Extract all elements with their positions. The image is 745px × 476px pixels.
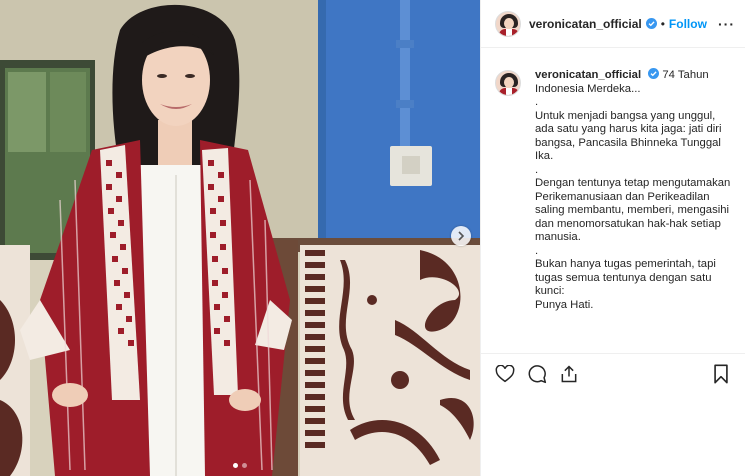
header-separator: • (660, 16, 665, 31)
carousel-dot (242, 463, 247, 468)
comment-icon (528, 364, 547, 383)
post-actions (481, 353, 745, 393)
caption-username[interactable]: veronicatan_official (535, 69, 641, 81)
caption-text: veronicatan_official 74 Tahun Indonesia … (535, 68, 731, 354)
carousel-next-button[interactable] (451, 226, 471, 246)
caption-line: . (535, 163, 539, 176)
post-header: veronicatan_official • Follow ··· (481, 0, 745, 48)
chevron-right-icon (458, 231, 465, 241)
post-photo[interactable] (0, 0, 480, 476)
caption-line: Untuk menjadi bangsa yang unggul, ada sa… (535, 109, 722, 163)
caption-line: Dengan tentunya tetap mengutamakan Perik… (535, 177, 731, 243)
post-side-panel: veronicatan_official • Follow ··· veroni… (480, 0, 745, 476)
instagram-post: veronicatan_official • Follow ··· veroni… (0, 0, 745, 476)
caption-line: . (535, 244, 539, 257)
caption-line: . (535, 96, 539, 108)
caption-avatar[interactable] (495, 70, 521, 96)
caption-line: Punya Hati. (535, 298, 594, 311)
bookmark-icon (714, 364, 728, 383)
verified-badge-icon (645, 18, 657, 29)
carousel-dot-active (233, 463, 238, 468)
like-button[interactable] (493, 362, 517, 386)
share-icon (561, 364, 577, 382)
header-username[interactable]: veronicatan_official (529, 17, 642, 31)
more-options-icon[interactable]: ··· (718, 16, 735, 32)
post-caption: veronicatan_official 74 Tahun Indonesia … (481, 48, 745, 354)
verified-badge-icon (648, 68, 660, 79)
avatar[interactable] (495, 10, 521, 37)
save-button[interactable] (709, 362, 733, 386)
photo-illustration (0, 0, 480, 476)
heart-icon (495, 364, 515, 382)
caption-line: Bukan hanya tugas pemerintah, tapi tugas… (535, 258, 716, 297)
carousel-indicator (0, 463, 480, 468)
comment-button[interactable] (525, 362, 549, 386)
follow-button[interactable]: Follow (669, 17, 707, 31)
share-button[interactable] (557, 362, 581, 386)
